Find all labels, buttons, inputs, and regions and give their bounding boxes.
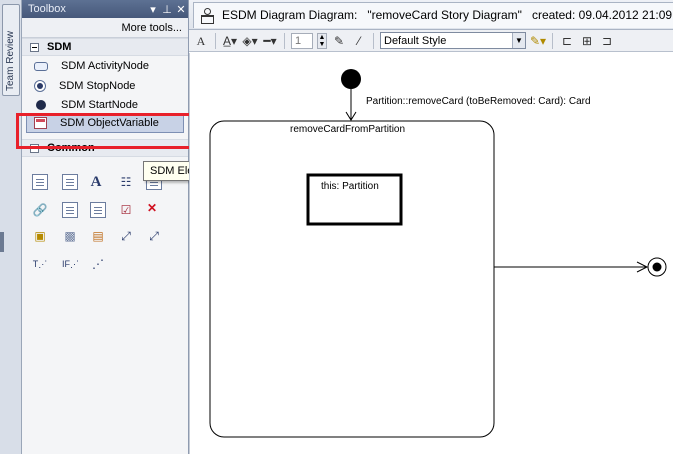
start-node[interactable] <box>341 69 361 89</box>
diagram-window: ESDM Diagram Diagram: "removeCard Story … <box>189 0 673 454</box>
toolbox-panel: Toolbox ▾ ⊥ ✕ More tools... SDM SDM Acti… <box>22 0 189 454</box>
eyedropper-icon[interactable]: ⁄ <box>351 33 367 49</box>
diagram-document-tab[interactable]: ESDM Diagram Diagram: "removeCard Story … <box>193 1 673 28</box>
more-tools-label: More tools... <box>121 21 182 34</box>
note-icon[interactable] <box>32 174 48 190</box>
diagram-type: ESDM Diagram Diagram: <box>222 8 358 22</box>
tool-item-activity-node[interactable]: SDM ActivityNode <box>22 56 188 76</box>
link-icon[interactable]: ⋰ <box>90 256 106 272</box>
start-transition-label: Partition::removeCard (toBeRemoved: Card… <box>366 96 591 107</box>
hyperlink-icon[interactable]: 🔗 <box>32 202 48 218</box>
activity-name-label: removeCardFromPartition <box>290 124 406 135</box>
diagram-name: "removeCard Story Diagram" <box>367 8 522 22</box>
side-tab-strip: Team Review <box>0 0 22 454</box>
trace-icon[interactable]: T⋰ <box>32 256 48 272</box>
team-review-label: Team Review <box>5 30 16 91</box>
line-color-icon[interactable]: ━▾ <box>262 33 278 49</box>
dropdown-icon[interactable]: ▾ <box>146 3 160 16</box>
style-select[interactable]: Default Style ▼ <box>380 32 526 49</box>
line-width-input[interactable]: 1 <box>291 32 313 49</box>
group-label-sdm: SDM <box>47 41 72 53</box>
stop-node-icon <box>34 80 46 92</box>
group-header-sdm[interactable]: SDM <box>22 38 188 56</box>
text-icon[interactable]: A <box>88 174 104 190</box>
align-center-icon[interactable]: ⊞ <box>579 33 595 49</box>
font-color-icon[interactable]: A̲▾ <box>222 33 238 49</box>
dependency-icon[interactable]: ⤢ <box>118 228 134 244</box>
package-icon[interactable]: ▤ <box>90 228 106 244</box>
start-node-icon <box>36 99 46 110</box>
tool-item-label: SDM ActivityNode <box>61 60 150 72</box>
document-icon[interactable] <box>62 202 78 218</box>
toolbox-title: Toolbox <box>28 3 66 15</box>
tool-item-stop-node[interactable]: SDM StopNode <box>22 76 188 96</box>
style-select-value: Default Style <box>384 34 447 47</box>
pin-icon[interactable]: ⊥ <box>160 3 174 16</box>
document-tabbar: ESDM Diagram Diagram: "removeCard Story … <box>189 0 673 30</box>
artifact-icon[interactable] <box>90 202 106 218</box>
pattern-icon[interactable]: ▩ <box>62 228 78 244</box>
close-icon[interactable]: ✕ <box>174 3 188 16</box>
activity-node[interactable] <box>209 120 495 438</box>
realization-icon[interactable]: ⤢ <box>146 228 162 244</box>
apply-style-icon[interactable]: ✎▾ <box>530 33 546 49</box>
format-painter-icon[interactable]: ✎ <box>331 33 347 49</box>
fill-color-icon[interactable]: ◈▾ <box>242 33 258 49</box>
diagram-toolbar: A A̲▾ ◈▾ ━▾ 1 ▲ ▼ ✎ ⁄ Default Style ▼ ✎▾ … <box>189 30 673 52</box>
tool-item-label: SDM StartNode <box>61 98 139 111</box>
activity-node-icon <box>34 61 48 71</box>
delete-icon[interactable]: ✕ <box>144 200 160 216</box>
toolbox-titlebar: Toolbox ▾ ⊥ ✕ <box>22 0 188 18</box>
legend-icon[interactable]: ☷ <box>118 174 134 190</box>
diagram-canvas[interactable]: Partition::removeCard (toBeRemoved: Card… <box>189 53 673 454</box>
highlight-annotation <box>16 113 196 149</box>
align-right-icon[interactable]: ⊐ <box>599 33 615 49</box>
diagram-icon <box>200 8 214 24</box>
more-tools-button[interactable]: More tools... <box>22 18 188 38</box>
font-icon[interactable]: A <box>193 33 209 49</box>
created-info: created: 09.04.2012 21:09:01 <box>531 8 673 22</box>
checklist-icon[interactable]: ☑ <box>118 202 134 218</box>
align-left-icon[interactable]: ⊏ <box>559 33 575 49</box>
image-icon[interactable]: ▣ <box>32 228 48 244</box>
line-width-stepper[interactable]: ▲ ▼ <box>317 32 327 49</box>
object-variable-label: this: Partition <box>321 181 379 192</box>
chevron-down-icon: ▼ <box>512 33 525 48</box>
constraint-icon[interactable] <box>62 174 78 190</box>
team-review-tab[interactable]: Team Review <box>2 4 20 96</box>
diagram-drawing <box>209 69 667 438</box>
splitter-grip[interactable] <box>0 232 4 252</box>
stop-node-inner <box>652 262 662 272</box>
information-flow-icon[interactable]: IF⋰ <box>62 256 79 272</box>
collapse-icon[interactable] <box>30 42 39 52</box>
tool-item-start-node[interactable]: SDM StartNode <box>22 96 188 113</box>
tool-item-label: SDM StopNode <box>59 80 136 92</box>
